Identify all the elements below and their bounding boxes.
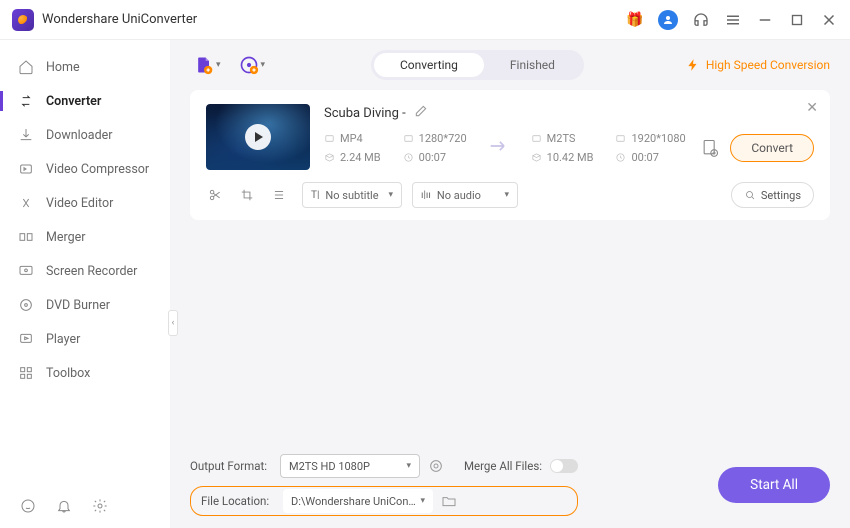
sidebar-item-label: Merger — [46, 230, 86, 245]
sidebar: Home Converter Downloader Video Compress… — [0, 40, 170, 528]
merge-label: Merge All Files: — [464, 459, 542, 473]
account-avatar[interactable] — [658, 10, 678, 30]
toolbox-icon — [18, 365, 34, 381]
sidebar-item-home[interactable]: Home — [0, 50, 170, 84]
recorder-icon — [18, 263, 34, 279]
add-dvd-button[interactable]: ▾ — [235, 51, 270, 79]
crop-icon[interactable] — [240, 188, 254, 202]
chevron-down-icon: ▾ — [216, 60, 221, 70]
merge-toggle[interactable] — [550, 459, 578, 473]
add-file-button[interactable]: ▾ — [190, 51, 225, 79]
minimize-button[interactable] — [756, 11, 774, 29]
hamburger-icon[interactable] — [724, 11, 742, 29]
high-speed-label: High Speed Conversion — [706, 58, 830, 72]
editor-icon — [18, 195, 34, 211]
output-format-dropdown[interactable]: M2TS HD 1080P▾ — [280, 454, 420, 478]
convert-button[interactable]: Convert — [730, 134, 814, 162]
gift-icon[interactable]: 🎁 — [626, 11, 644, 29]
tab-group: Converting Finished — [371, 50, 584, 80]
sidebar-item-label: Screen Recorder — [46, 264, 137, 279]
sidebar-item-label: Toolbox — [46, 366, 90, 381]
start-all-button[interactable]: Start All — [718, 467, 830, 503]
file-location-label: File Location: — [201, 494, 275, 508]
sidebar-item-converter[interactable]: Converter — [0, 84, 170, 118]
sidebar-item-recorder[interactable]: Screen Recorder — [0, 254, 170, 288]
sidebar-item-downloader[interactable]: Downloader — [0, 118, 170, 152]
chevron-down-icon: ▾ — [261, 60, 266, 70]
video-title: Scuba Diving - — [324, 106, 406, 121]
file-location-dropdown[interactable]: D:\Wondershare UniConverter▾ — [283, 489, 433, 513]
sidebar-item-label: Video Editor — [46, 196, 113, 211]
file-location-row: File Location: D:\Wondershare UniConvert… — [190, 486, 578, 516]
trim-icon[interactable] — [208, 188, 222, 202]
support-icon[interactable] — [692, 11, 710, 29]
dvd-icon — [18, 297, 34, 313]
maximize-button[interactable] — [788, 11, 806, 29]
home-icon — [18, 59, 34, 75]
converter-icon — [18, 93, 34, 109]
sidebar-item-label: Player — [46, 332, 80, 347]
output-settings-icon[interactable] — [700, 138, 720, 158]
merger-icon — [18, 229, 34, 245]
tab-converting[interactable]: Converting — [374, 53, 484, 77]
open-folder-icon[interactable] — [441, 493, 457, 509]
sidebar-item-dvd[interactable]: DVD Burner — [0, 288, 170, 322]
compressor-icon — [18, 161, 34, 177]
item-settings-button[interactable]: Settings — [731, 182, 814, 208]
sidebar-item-label: DVD Burner — [46, 298, 110, 313]
edit-title-button[interactable] — [414, 104, 428, 122]
toolbar: ▾ ▾ Converting Finished High Speed Conve… — [190, 40, 830, 90]
output-format-label: Output Format: — [190, 459, 272, 473]
video-thumbnail[interactable] — [206, 104, 310, 170]
effect-icon[interactable] — [272, 188, 286, 202]
sidebar-item-label: Downloader — [46, 128, 113, 143]
sidebar-item-player[interactable]: Player — [0, 322, 170, 356]
gpu-accel-icon[interactable] — [428, 458, 444, 474]
downloader-icon — [18, 127, 34, 143]
sidebar-item-label: Video Compressor — [46, 162, 149, 177]
source-meta: MP4 1280*720 2.24 MB 00:07 — [324, 132, 467, 164]
arrow-icon — [489, 138, 509, 158]
audio-dropdown[interactable]: ı|ııNo audio▾ — [412, 182, 518, 208]
high-speed-link[interactable]: High Speed Conversion — [686, 58, 830, 72]
close-item-button[interactable]: ✕ — [806, 100, 818, 116]
sidebar-item-compressor[interactable]: Video Compressor — [0, 152, 170, 186]
sidebar-collapse-handle[interactable]: ‹ — [168, 310, 178, 336]
app-title: Wondershare UniConverter — [42, 12, 197, 27]
sidebar-item-label: Home — [46, 60, 80, 75]
play-icon — [245, 124, 271, 150]
sidebar-item-editor[interactable]: Video Editor — [0, 186, 170, 220]
tab-finished[interactable]: Finished — [484, 53, 581, 77]
footer: Output Format: M2TS HD 1080P▾ Merge All … — [190, 454, 830, 516]
settings-icon[interactable] — [92, 498, 108, 514]
sidebar-item-label: Converter — [46, 94, 101, 109]
sidebar-item-toolbox[interactable]: Toolbox — [0, 356, 170, 390]
player-icon — [18, 331, 34, 347]
sidebar-item-merger[interactable]: Merger — [0, 220, 170, 254]
notification-icon[interactable] — [56, 498, 72, 514]
subtitle-dropdown[interactable]: T|No subtitle▾ — [302, 182, 402, 208]
feedback-icon[interactable] — [20, 498, 36, 514]
titlebar: Wondershare UniConverter 🎁 — [0, 0, 850, 40]
close-button[interactable] — [820, 11, 838, 29]
app-logo — [12, 9, 34, 31]
conversion-item: ✕ Scuba Diving - MP4 1280*720 2.24 MB 00… — [190, 90, 830, 220]
target-meta: M2TS 1920*1080 10.42 MB 00:07 — [531, 132, 686, 164]
